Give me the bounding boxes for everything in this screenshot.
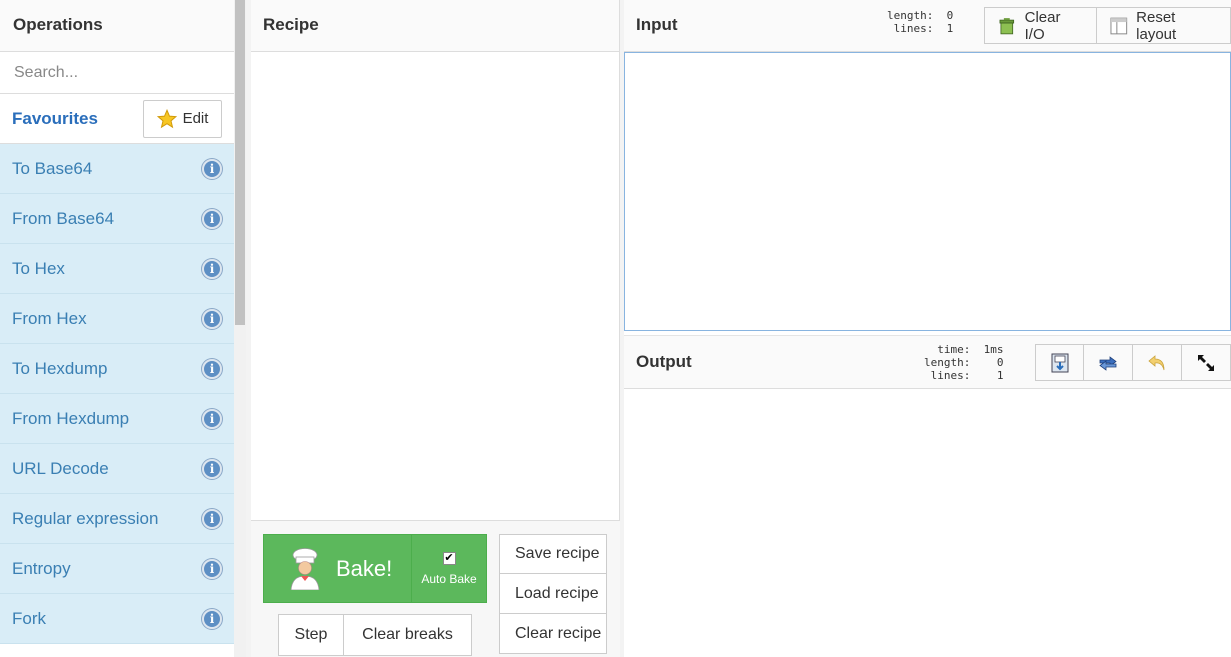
list-item[interactable]: From Base64 i bbox=[0, 194, 234, 244]
recipe-panel: Recipe Bake! ✔ Auto Bake Save recipe Loa… bbox=[251, 0, 620, 657]
operation-label: From Base64 bbox=[12, 208, 115, 228]
load-recipe-button[interactable]: Load recipe bbox=[499, 574, 607, 614]
info-icon[interactable]: i bbox=[202, 158, 222, 179]
trash-icon bbox=[999, 17, 1015, 34]
list-item[interactable]: Fork i bbox=[0, 594, 234, 644]
info-icon[interactable]: i bbox=[202, 608, 222, 629]
list-item[interactable]: Regular expression i bbox=[0, 494, 234, 544]
recipe-title: Recipe bbox=[251, 0, 619, 52]
operations-scrollbar-thumb[interactable] bbox=[235, 0, 245, 325]
operation-label: From Hexdump bbox=[12, 408, 130, 428]
operation-label: From Hex bbox=[12, 308, 87, 328]
list-item[interactable]: From Hex i bbox=[0, 294, 234, 344]
layout-icon bbox=[1109, 17, 1127, 34]
maximise-icon bbox=[1198, 354, 1214, 371]
auto-bake-toggle[interactable]: ✔ Auto Bake bbox=[412, 535, 486, 602]
info-icon[interactable]: i bbox=[202, 308, 222, 329]
operation-label: To Hex bbox=[12, 258, 65, 278]
switch-icon bbox=[1099, 355, 1117, 371]
info-icon[interactable]: i bbox=[202, 208, 222, 229]
copy-output-button[interactable] bbox=[1084, 344, 1133, 381]
chef-icon bbox=[290, 547, 320, 590]
reset-layout-button[interactable]: Reset layout bbox=[1096, 7, 1231, 44]
operation-label: To Base64 bbox=[12, 158, 93, 178]
info-icon[interactable]: i bbox=[202, 558, 222, 579]
operation-label: URL Decode bbox=[12, 458, 109, 478]
clear-recipe-button[interactable]: Clear recipe bbox=[499, 614, 607, 654]
list-item[interactable]: Entropy i bbox=[0, 544, 234, 594]
edit-favourites-button[interactable]: Edit bbox=[143, 99, 222, 138]
output-textarea[interactable] bbox=[624, 389, 1231, 656]
input-textarea[interactable] bbox=[624, 52, 1231, 331]
input-header: Input length: 0 lines: 1 Clear I/O Reset… bbox=[624, 0, 1231, 52]
search-box bbox=[0, 52, 234, 94]
recipe-side-buttons: Save recipe Load recipe Clear recipe bbox=[499, 534, 607, 654]
favourites-list: To Base64 i From Base64 i To Hex i From Hex i To… bbox=[0, 144, 234, 644]
maximise-output-button[interactable] bbox=[1182, 344, 1231, 381]
info-icon[interactable]: i bbox=[202, 408, 222, 429]
clear-io-label: Clear I/O bbox=[1024, 8, 1061, 43]
favourites-title: Favourites bbox=[12, 108, 98, 128]
operations-panel: Operations Favourites Edit To Base64iFro… bbox=[0, 0, 234, 657]
save-to-file-icon bbox=[1051, 353, 1068, 372]
list-item[interactable]: To Base64 i bbox=[0, 144, 234, 194]
output-header: Output time: 1ms length: 0 lines: 1 bbox=[624, 335, 1231, 389]
save-output-button[interactable] bbox=[1035, 344, 1084, 381]
input-title: Input bbox=[636, 15, 678, 34]
io-panel: Input length: 0 lines: 1 Clear I/O Reset… bbox=[624, 0, 1231, 657]
list-item[interactable]: To Hexdump i bbox=[0, 344, 234, 394]
search-input[interactable] bbox=[0, 52, 234, 93]
info-icon[interactable]: i bbox=[202, 358, 222, 379]
bake-group: Bake! ✔ Auto Bake bbox=[263, 534, 487, 603]
edit-label: Edit bbox=[182, 110, 209, 127]
reset-layout-label: Reset layout bbox=[1136, 8, 1177, 43]
output-info: time: 1ms length: 0 lines: 1 bbox=[924, 343, 1004, 382]
list-item[interactable]: To Hex i bbox=[0, 244, 234, 294]
undo-switch-button[interactable] bbox=[1133, 344, 1182, 381]
recipe-controls: Bake! ✔ Auto Bake Save recipe Load recip… bbox=[251, 520, 620, 657]
step-button[interactable]: Step bbox=[278, 614, 344, 656]
info-icon[interactable]: i bbox=[202, 458, 222, 479]
output-title: Output bbox=[636, 352, 692, 371]
save-recipe-button[interactable]: Save recipe bbox=[499, 534, 607, 574]
input-info: length: 0 lines: 1 bbox=[887, 9, 954, 35]
operations-title: Operations bbox=[0, 0, 234, 52]
clear-io-button[interactable]: Clear I/O bbox=[984, 7, 1097, 44]
operation-label: Entropy bbox=[12, 558, 71, 578]
star-icon bbox=[156, 108, 177, 128]
input-buttons: Clear I/O Reset layout bbox=[984, 7, 1231, 44]
step-row: Step Clear breaks bbox=[278, 614, 472, 656]
info-icon[interactable]: i bbox=[202, 258, 222, 279]
operation-label: To Hexdump bbox=[12, 358, 108, 378]
bake-button[interactable]: Bake! bbox=[264, 535, 412, 602]
auto-bake-label: Auto Bake bbox=[421, 571, 477, 586]
clear-breaks-button[interactable]: Clear breaks bbox=[344, 614, 472, 656]
recipe-list[interactable] bbox=[251, 52, 619, 520]
undo-icon bbox=[1148, 354, 1165, 370]
output-buttons bbox=[1035, 344, 1231, 381]
operation-label: Regular expression bbox=[12, 508, 159, 528]
bake-label: Bake! bbox=[336, 555, 393, 581]
operation-label: Fork bbox=[12, 608, 46, 628]
info-icon[interactable]: i bbox=[202, 508, 222, 529]
list-item[interactable]: URL Decode i bbox=[0, 444, 234, 494]
cyberchef-app: Operations Favourites Edit To Base64iFro… bbox=[0, 0, 1231, 657]
auto-bake-checkbox[interactable]: ✔ bbox=[442, 551, 456, 565]
list-item[interactable]: From Hexdump i bbox=[0, 394, 234, 444]
favourites-header[interactable]: Favourites Edit bbox=[0, 94, 234, 144]
